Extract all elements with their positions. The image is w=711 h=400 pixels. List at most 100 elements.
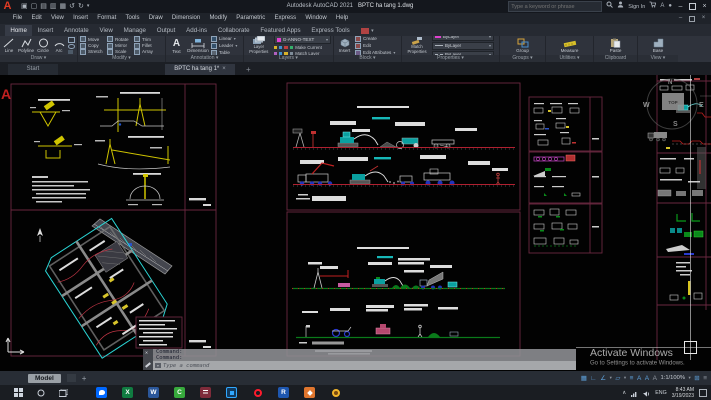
scale-tool[interactable]: Scale [107, 49, 134, 55]
command-input-row[interactable]: ▾ Type a command [153, 361, 576, 370]
leader-tool[interactable]: Leader▾ [211, 43, 237, 49]
paste-tool[interactable]: Paste [607, 38, 624, 53]
block-panel-label[interactable]: Block ▾ [334, 55, 401, 62]
menu-dimension[interactable]: Dimension [167, 13, 205, 24]
linear-tool[interactable]: Linear▾ [211, 36, 237, 42]
tab-annotate[interactable]: Annotate [59, 25, 95, 36]
excel-icon[interactable]: X [122, 387, 133, 398]
dimension-tool[interactable]: Dimension [187, 38, 209, 53]
annotation-scale-value[interactable]: 1:1/100% [660, 375, 685, 381]
ortho-icon[interactable]: ∟ [590, 375, 596, 382]
open-icon[interactable]: ▢ [31, 0, 38, 13]
start-button-icon[interactable] [14, 384, 23, 400]
osnap-icon[interactable]: ≡ [630, 375, 634, 382]
tray-expand-icon[interactable]: ∧ [622, 390, 626, 396]
rotate-tool[interactable]: Rotate [107, 36, 134, 42]
layers-panel-label[interactable]: Layers ▾ [244, 55, 333, 62]
polyline-tool[interactable]: Polyline [18, 38, 34, 53]
properties-panel-label[interactable]: Properties ▾ [402, 55, 499, 62]
chat-app-icon[interactable] [96, 387, 107, 398]
customize-menu-icon[interactable]: ≡ [703, 375, 707, 382]
volume-icon[interactable] [643, 384, 650, 400]
draw-extra-icons[interactable] [68, 37, 75, 54]
trim-tool[interactable]: Trim [134, 36, 161, 42]
isodraft-dropdown-icon[interactable]: ▾ [624, 375, 626, 381]
user-icon[interactable] [617, 1, 624, 12]
workspace-icon[interactable]: ▾ [361, 28, 374, 34]
tab-output[interactable]: Output [151, 25, 180, 36]
opera-icon[interactable] [252, 387, 263, 398]
annotation-visibility-icon[interactable]: A [637, 375, 641, 382]
menu-express[interactable]: Express [270, 13, 301, 24]
menu-draw[interactable]: Draw [144, 13, 167, 24]
measure-tool[interactable]: Measure [559, 39, 581, 53]
move-tool[interactable]: Move [80, 36, 107, 42]
saveas-icon[interactable]: ▥ [50, 0, 57, 13]
menu-modify[interactable]: Modify [205, 13, 232, 24]
modify-panel-label[interactable]: Modify ▾ [78, 55, 165, 62]
close-button[interactable]: × [700, 2, 709, 11]
doc-minimize-button[interactable]: – [676, 14, 685, 23]
model-tab[interactable]: Model [28, 374, 61, 383]
workspace-switch-icon[interactable]: ⊞ [694, 374, 699, 382]
language-indicator[interactable]: ENG [655, 390, 666, 396]
cart-icon[interactable] [649, 1, 656, 12]
help-icon[interactable]: ● [668, 2, 672, 11]
text-tool[interactable]: A Text [168, 38, 185, 54]
polar-tracking-icon[interactable]: ∠ [600, 374, 606, 382]
command-prompt[interactable]: Type a command [163, 363, 209, 369]
unikey-icon[interactable] [330, 387, 341, 398]
menu-edit[interactable]: Edit [27, 13, 47, 24]
layer-select[interactable]: G-ANNO-TEXT ▾ [274, 36, 331, 44]
view-panel-label[interactable]: View ▾ [638, 55, 678, 62]
menu-window[interactable]: Window [301, 13, 332, 24]
tab-manage[interactable]: Manage [118, 25, 151, 36]
scale-dropdown-icon[interactable]: ▾ [688, 375, 690, 381]
file-tab-close-icon[interactable]: × [222, 64, 226, 75]
clock[interactable]: 8:43 AM 3/19/2023 [672, 387, 694, 399]
tab-addins[interactable]: Add-ins [181, 25, 213, 36]
autodesk-account-icon[interactable]: A [660, 2, 664, 11]
polar-dropdown-icon[interactable]: ▾ [610, 375, 612, 381]
grid-snap-icon[interactable]: ▦ [581, 374, 587, 382]
autoscale-icon[interactable]: A [645, 375, 649, 382]
signin-label[interactable]: Sign In [628, 4, 645, 10]
command-keyboard-icon[interactable]: ▾ [155, 363, 161, 368]
redo-icon[interactable]: ↻ [78, 0, 84, 13]
search-input[interactable] [509, 4, 593, 10]
app-menu-icon[interactable]: A [0, 0, 15, 13]
undo-icon[interactable]: ↺ [69, 0, 75, 13]
isodraft-icon[interactable]: ▱ [615, 374, 620, 382]
orange-app-icon[interactable] [304, 387, 315, 398]
action-center-icon[interactable] [699, 389, 707, 397]
task-view-icon[interactable] [59, 384, 68, 400]
tab-express-tools[interactable]: Express Tools [306, 25, 355, 36]
network-icon[interactable] [631, 384, 638, 400]
command-window-grip[interactable]: ✕ [143, 349, 153, 370]
edit-block-tool[interactable]: Edit [355, 43, 395, 49]
command-window[interactable]: ✕ Command: Command: ▾ Type a command [143, 349, 576, 370]
layer-properties-button[interactable]: Layer Properties [246, 36, 272, 54]
menu-tools[interactable]: Tools [121, 13, 144, 24]
drawing-canvas[interactable]: A [0, 75, 711, 371]
layout-add-tab[interactable]: + [82, 374, 87, 383]
word-icon[interactable]: W [148, 387, 159, 398]
create-block-tool[interactable]: Create [355, 36, 395, 42]
plot-icon[interactable]: ▦ [60, 0, 67, 13]
command-close-icon[interactable]: ✕ [145, 350, 148, 356]
file-tab-add[interactable]: + [246, 64, 251, 75]
menu-insert[interactable]: Insert [68, 13, 92, 24]
utilities-panel-label[interactable]: Utilities ▾ [546, 55, 593, 62]
mirror-tool[interactable]: Mirror [107, 43, 134, 49]
insert-block-tool[interactable]: Insert [336, 38, 353, 53]
doc-restore-button[interactable] [689, 16, 695, 22]
menu-format[interactable]: Format [93, 13, 121, 24]
qat-dropdown-icon[interactable]: ▾ [87, 0, 90, 13]
command-wrench-icon[interactable] [145, 362, 151, 367]
draw-panel-label[interactable]: Draw ▾ [0, 55, 77, 62]
groups-panel-label[interactable]: Groups ▾ [500, 55, 545, 62]
search-circle-icon[interactable] [37, 384, 45, 400]
clipboard-panel-label[interactable]: Clipboard [594, 55, 637, 62]
tab-insert[interactable]: Insert [32, 25, 58, 36]
line-tool[interactable]: Line [2, 38, 16, 53]
